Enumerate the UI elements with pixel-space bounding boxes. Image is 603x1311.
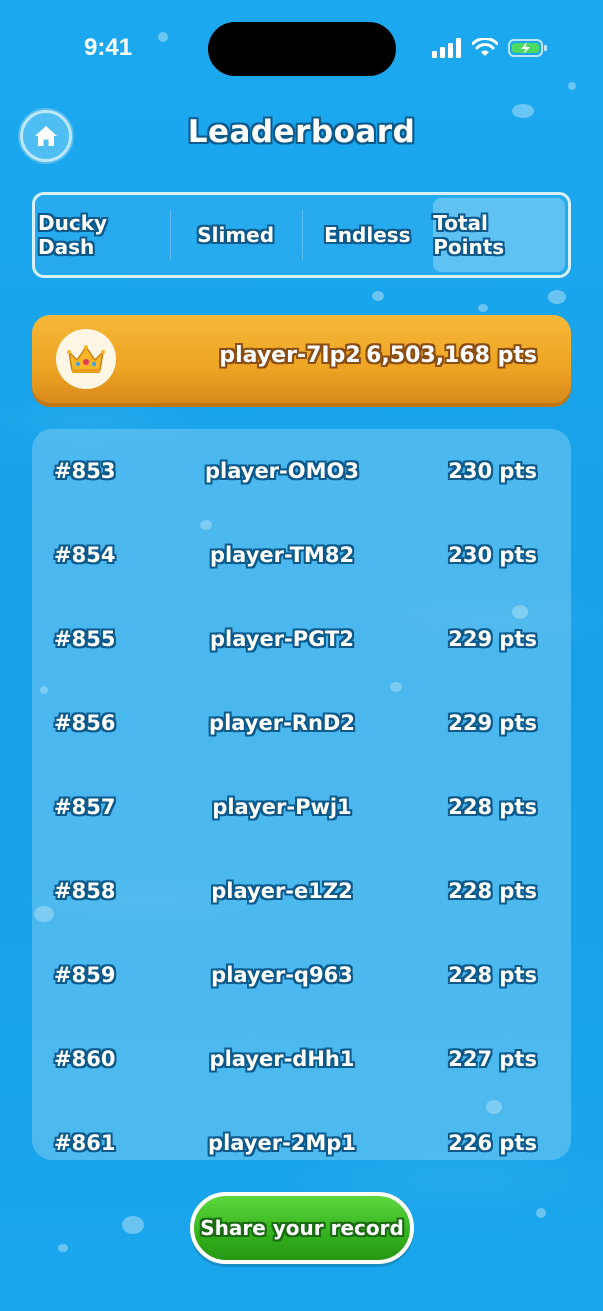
list-item: #861 player-2Mp1 226 pts — [32, 1123, 571, 1160]
player-name: player-q963 — [211, 963, 353, 987]
top-player-card: player-7Ip2 6,503,168 pts — [32, 315, 571, 403]
signal-icon — [432, 38, 461, 58]
rank: #858 — [54, 879, 116, 903]
list-item: #856 player-RnD2 229 pts — [32, 703, 571, 743]
rank: #855 — [54, 627, 116, 651]
player-points: 229 pts — [448, 711, 537, 735]
player-points: 228 pts — [448, 879, 537, 903]
player-points: 226 pts — [448, 1131, 537, 1155]
list-item: #859 player-q963 228 pts — [32, 955, 571, 995]
list-item: #853 player-OMO3 230 pts — [32, 451, 571, 491]
list-item: #858 player-e1Z2 228 pts — [32, 871, 571, 911]
battery-icon — [508, 39, 547, 57]
tab-ducky-dash[interactable]: Ducky Dash — [38, 198, 170, 272]
game-mode-tabs: Ducky Dash Slimed Endless Total Points — [32, 192, 571, 278]
rank: #860 — [54, 1047, 116, 1071]
rank: #854 — [54, 543, 116, 567]
rank: #857 — [54, 795, 116, 819]
tab-total-points[interactable]: Total Points — [433, 198, 565, 272]
rank: #859 — [54, 963, 116, 987]
leaderboard-list[interactable]: #853 player-OMO3 230 pts #854 player-TM8… — [32, 429, 571, 1160]
list-item: #855 player-PGT2 229 pts — [32, 619, 571, 659]
player-name: player-PGT2 — [210, 627, 354, 651]
crown-icon — [67, 345, 105, 373]
top-player-name: player-7Ip2 — [219, 343, 361, 368]
rank: #856 — [54, 711, 116, 735]
share-record-button[interactable]: Share your record — [190, 1192, 414, 1264]
player-points: 228 pts — [448, 963, 537, 987]
list-item: #857 player-Pwj1 228 pts — [32, 787, 571, 827]
player-name: player-RnD2 — [209, 711, 355, 735]
tab-endless[interactable]: Endless — [301, 198, 434, 272]
dynamic-island — [208, 22, 396, 76]
list-item: #860 player-dHh1 227 pts — [32, 1039, 571, 1079]
top-player-points: 6,503,168 pts — [366, 343, 537, 368]
crown-badge — [56, 329, 116, 389]
player-points: 230 pts — [448, 543, 537, 567]
player-points: 229 pts — [448, 627, 537, 651]
player-name: player-dHh1 — [209, 1047, 355, 1071]
page-title: Leaderboard — [187, 114, 416, 150]
player-name: player-OMO3 — [205, 459, 359, 483]
tab-slimed[interactable]: Slimed — [169, 198, 302, 272]
player-name: player-Pwj1 — [212, 795, 352, 819]
player-name: player-TM82 — [209, 543, 355, 567]
wifi-icon — [472, 38, 498, 56]
rank: #861 — [54, 1131, 116, 1155]
player-points: 228 pts — [448, 795, 537, 819]
player-name: player-2Mp1 — [208, 1131, 356, 1155]
status-icons — [432, 38, 548, 58]
list-item: #854 player-TM82 230 pts — [32, 535, 571, 575]
player-points: 227 pts — [448, 1047, 537, 1071]
status-time: 9:41 — [84, 34, 133, 61]
rank: #853 — [54, 459, 116, 483]
player-points: 230 pts — [448, 459, 537, 483]
player-name: player-e1Z2 — [211, 879, 353, 903]
